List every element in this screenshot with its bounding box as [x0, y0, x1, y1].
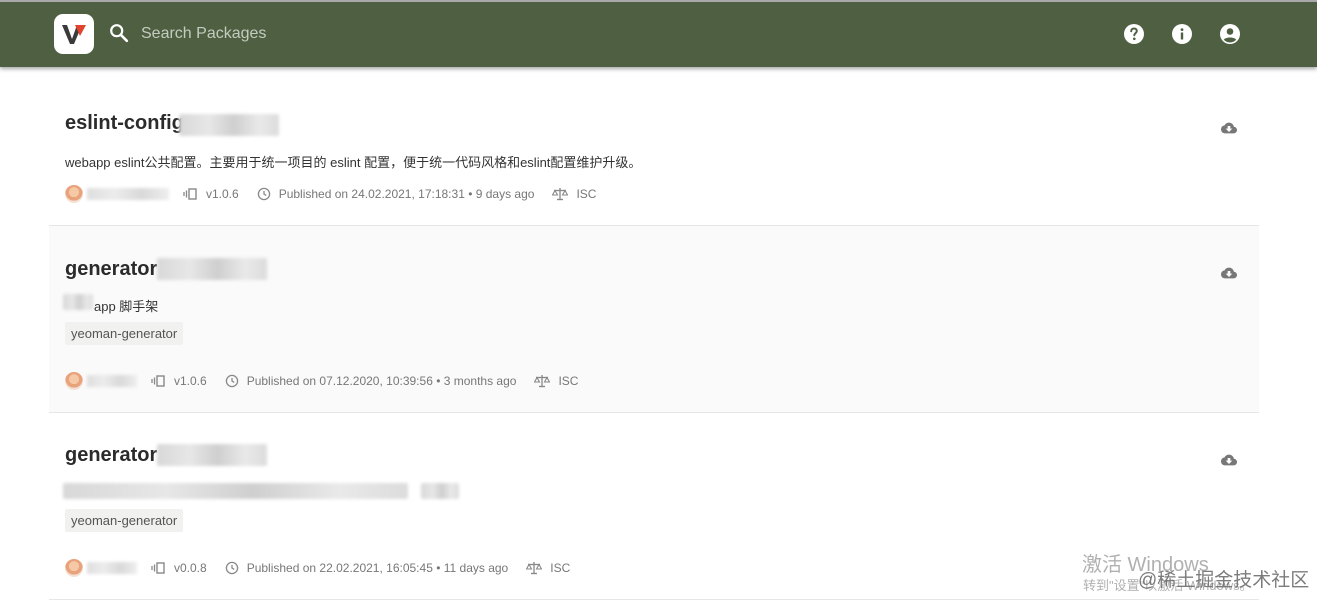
- scale-icon: [534, 375, 551, 388]
- keyword-tag[interactable]: yeoman-generator: [65, 509, 184, 532]
- scale-icon: [526, 562, 543, 575]
- publish-label: Published on 22.02.2021, 16:05:45 • 11 d…: [246, 561, 509, 575]
- version-label: v0.0.8: [174, 561, 207, 575]
- redacted-description: [63, 294, 93, 310]
- version-info: v0.0.8: [151, 561, 207, 575]
- package-item[interactable]: generator yeoman-generator v0.0.8 Publis…: [49, 413, 1259, 600]
- download-icon[interactable]: [1221, 120, 1237, 136]
- version-label: v1.0.6: [174, 374, 207, 388]
- publish-label: Published on 07.12.2020, 10:39:56 • 3 mo…: [246, 374, 517, 388]
- package-description: webapp eslint公共配置。主要用于统一项目的 eslint 配置，便于…: [65, 155, 642, 170]
- search-input[interactable]: [139, 20, 743, 48]
- author-avatar[interactable]: [65, 372, 83, 390]
- license-label: ISC: [576, 187, 597, 201]
- package-name[interactable]: generator: [65, 444, 157, 467]
- redacted-author: [87, 562, 137, 574]
- author-avatar[interactable]: [65, 185, 83, 203]
- package-item[interactable]: generator app 脚手架 yeoman-generator v1.0.…: [49, 226, 1259, 413]
- package-name[interactable]: eslint-config: [65, 112, 184, 135]
- app-header: [0, 0, 1317, 67]
- license-info: ISC: [526, 561, 570, 575]
- redacted-name: [179, 114, 279, 136]
- version-info: v1.0.6: [151, 374, 207, 388]
- scale-icon: [552, 188, 569, 201]
- version-icon: [183, 188, 197, 200]
- header-top-edge: [0, 0, 1317, 2]
- verdaccio-logo[interactable]: [54, 14, 94, 54]
- download-icon[interactable]: [1221, 452, 1237, 468]
- license-info: ISC: [552, 187, 596, 201]
- help-icon[interactable]: [1122, 22, 1146, 46]
- publish-label: Published on 24.02.2021, 17:18:31 • 9 da…: [278, 187, 535, 201]
- version-info: v1.0.6: [183, 187, 239, 201]
- version-icon: [151, 375, 165, 387]
- redacted-author: [87, 188, 169, 200]
- license-label: ISC: [550, 561, 571, 575]
- account-icon[interactable]: [1218, 22, 1242, 46]
- clock-icon: [225, 561, 238, 575]
- package-item[interactable]: eslint-config webapp eslint公共配置。主要用于统一项目…: [49, 90, 1259, 226]
- publish-info: Published on 24.02.2021, 17:18:31 • 9 da…: [257, 187, 535, 201]
- author-avatar[interactable]: [65, 559, 83, 577]
- clock-icon: [257, 187, 270, 201]
- redacted-author: [87, 375, 137, 387]
- package-name[interactable]: generator: [65, 258, 157, 281]
- redacted-description: [63, 483, 408, 499]
- package-meta: v1.0.6 Published on 07.12.2020, 10:39:56…: [65, 371, 578, 391]
- version-icon: [151, 562, 165, 574]
- redacted-name: [157, 258, 267, 280]
- package-meta: v1.0.6 Published on 24.02.2021, 17:18:31…: [65, 184, 596, 204]
- logo-icon: [62, 25, 86, 44]
- search-icon[interactable]: [108, 22, 130, 44]
- redacted-name: [157, 444, 267, 466]
- redacted-description: [421, 483, 459, 499]
- license-label: ISC: [558, 374, 579, 388]
- publish-info: Published on 22.02.2021, 16:05:45 • 11 d…: [225, 561, 509, 575]
- clock-icon: [225, 374, 238, 388]
- publish-info: Published on 07.12.2020, 10:39:56 • 3 mo…: [225, 374, 517, 388]
- version-label: v1.0.6: [206, 187, 239, 201]
- info-icon[interactable]: [1170, 22, 1194, 46]
- keyword-tag[interactable]: yeoman-generator: [65, 322, 184, 345]
- package-meta: v0.0.8 Published on 22.02.2021, 16:05:45…: [65, 558, 570, 578]
- download-icon[interactable]: [1221, 265, 1237, 281]
- package-description: app 脚手架: [94, 299, 159, 314]
- license-info: ISC: [534, 374, 578, 388]
